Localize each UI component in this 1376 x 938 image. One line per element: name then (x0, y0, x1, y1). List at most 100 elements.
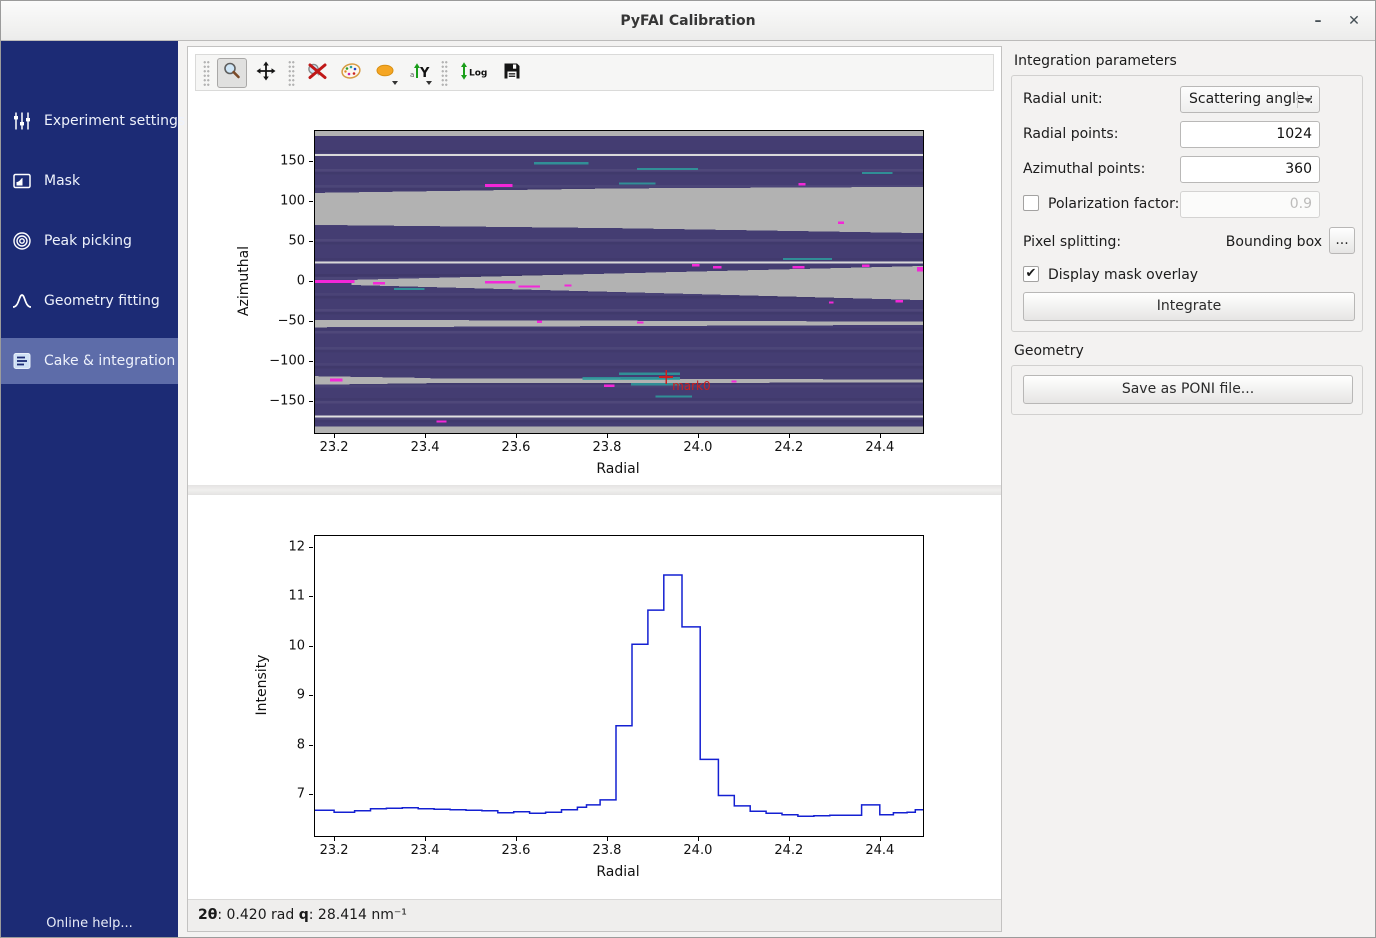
x-tick-label: 24.0 (683, 843, 712, 858)
y-tick-mark (309, 201, 313, 202)
y-tick-mark (309, 596, 313, 597)
svg-text:Log: Log (469, 68, 487, 78)
integration-plot-canvas[interactable] (314, 535, 924, 837)
cake-figure: mark0 23.223.423.623.824.024.224.4150100… (188, 91, 1001, 485)
x-tick-mark (880, 837, 881, 841)
cake-plot-canvas[interactable]: mark0 (314, 130, 924, 434)
y-tick-mark (309, 745, 313, 746)
x-tick-label: 23.2 (320, 843, 349, 858)
mask-image-icon (10, 169, 34, 193)
plot-splitter[interactable] (188, 485, 1001, 495)
polarization-checkbox[interactable] (1023, 195, 1039, 211)
sidebar-item-cake-integration[interactable]: Cake & integration (1, 338, 178, 384)
sidebar-item-peak-picking[interactable]: Peak picking (1, 218, 178, 264)
y-axis-orientation-button[interactable]: aY (404, 58, 434, 88)
integration-parameters-title: Integration parameters (1014, 53, 1177, 69)
palette-icon (340, 61, 362, 85)
sidebar-item-experiment-settings[interactable]: Experiment settings (1, 98, 178, 144)
y-tick-mark (309, 646, 313, 647)
geometry-title: Geometry (1014, 343, 1084, 359)
x-tick-mark (789, 434, 790, 438)
radial-unit-value: Scattering angle : (1189, 91, 1314, 107)
y-tick-mark (309, 321, 313, 322)
radial-unit-label: Radial unit: (1023, 91, 1103, 107)
x-tick-mark (698, 837, 699, 841)
x-tick-label: 23.4 (411, 440, 440, 455)
pixel-splitting-more-button[interactable]: ... (1329, 227, 1355, 254)
y-tick-mark (309, 161, 313, 162)
y-tick-label: −150 (257, 394, 305, 409)
toolbar-drag-handle (441, 60, 448, 86)
x-tick-mark (607, 837, 608, 841)
zoom-reset-button[interactable] (302, 58, 332, 88)
x-tick-label: 24.2 (774, 843, 803, 858)
x-tick-mark (880, 434, 881, 438)
y-tick-label: 150 (257, 154, 305, 169)
radial-points-label: Radial points: (1023, 126, 1118, 142)
main-panel: aY Log mark0 23.2 23.4 23.6 23.8 24.0 24.2 24.4… (187, 46, 1002, 932)
polarization-label: Polarization factor: (1048, 196, 1179, 212)
sidebar-item-label: Mask (44, 173, 80, 189)
x-tick-mark (607, 434, 608, 438)
sidebar-item-label: Experiment settings (44, 113, 185, 129)
status-q-label: q (299, 907, 309, 923)
x-tick-label: 23.8 (592, 440, 621, 455)
svg-text:a: a (410, 71, 414, 79)
y-tick-mark (309, 401, 313, 402)
peak-curve-icon (10, 289, 34, 313)
x-tick-mark (516, 837, 517, 841)
zoom-reset-icon (306, 61, 328, 85)
sidebar-item-geometry-fitting[interactable]: Geometry fitting (1, 278, 178, 324)
x-tick-mark (516, 434, 517, 438)
minimize-button[interactable]: – (1301, 1, 1335, 41)
y-tick-mark (309, 547, 313, 548)
x-tick-mark (425, 837, 426, 841)
y-tick-label: −50 (257, 314, 305, 329)
magnifier-icon (222, 61, 242, 85)
close-button[interactable]: ✕ (1337, 1, 1371, 41)
dropdown-arrow-icon (392, 81, 398, 85)
y-tick-mark (309, 794, 313, 795)
online-help-link[interactable]: Online help... (1, 916, 178, 931)
azimuthal-points-input[interactable]: 360 (1180, 156, 1320, 183)
window-title: PyFAI Calibration (1, 1, 1375, 41)
sidebar-item-label: Geometry fitting (44, 293, 160, 309)
colormap-button[interactable] (336, 58, 366, 88)
status-q-value: : 28.414 nm⁻¹ (309, 907, 407, 923)
display-mask-label: Display mask overlay (1048, 267, 1198, 283)
x-tick-label: 24.4 (865, 843, 894, 858)
integrate-button[interactable]: Integrate (1023, 292, 1355, 321)
sidebar: Experiment settings Mask Peak picking Geome… (1, 41, 178, 937)
sidebar-item-label: Cake & integration (44, 353, 175, 369)
save-poni-button[interactable]: Save as PONI file... (1023, 375, 1353, 404)
sliders-icon (10, 109, 34, 133)
log-scale-button[interactable]: Log (455, 58, 493, 88)
x-tick-label: 23.6 (502, 440, 531, 455)
zoom-button[interactable] (217, 58, 247, 88)
radial-unit-combobox[interactable]: Scattering angle : (1180, 86, 1320, 113)
y-tick-label: 12 (257, 539, 305, 554)
mask-ellipse-tool-button[interactable] (370, 58, 400, 88)
y-axis-label: Azimuthal (236, 246, 252, 316)
display-mask-checkbox[interactable]: ✔ (1023, 266, 1039, 282)
sidebar-item-label: Peak picking (44, 233, 132, 249)
y-tick-label: 100 (257, 194, 305, 209)
geometry-group: Save as PONI file... (1011, 365, 1363, 415)
combo-separator (1297, 91, 1298, 108)
pixel-splitting-label: Pixel splitting: (1023, 234, 1121, 250)
sidebar-nav: Experiment settings Mask Peak picking Geome… (1, 98, 178, 398)
sidebar-item-mask[interactable]: Mask (1, 158, 178, 204)
x-axis-label: Radial (314, 864, 922, 880)
save-button[interactable] (497, 58, 527, 88)
save-icon (502, 61, 522, 85)
y-tick-mark (309, 695, 313, 696)
y-tick-label: 7 (257, 786, 305, 801)
pan-arrows-icon (256, 61, 276, 85)
log-scale-icon: Log (459, 61, 489, 85)
title-bar: PyFAI Calibration – ✕ (1, 1, 1375, 41)
svg-text:Y: Y (419, 66, 430, 81)
status-tth-label: 2θ (198, 907, 217, 923)
radial-points-input[interactable]: 1024 (1180, 121, 1320, 148)
x-tick-label: 23.6 (502, 843, 531, 858)
pan-button[interactable] (251, 58, 281, 88)
